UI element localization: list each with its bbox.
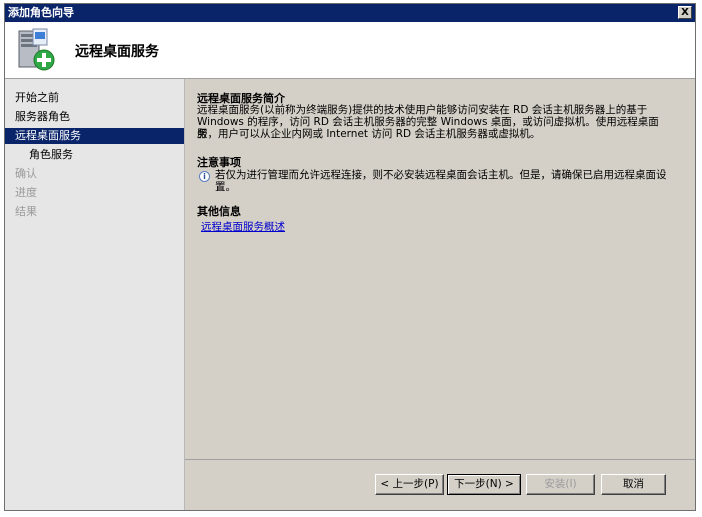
note-text-line-1: 若仅为进行管理而允许远程连接，则不必安装远程桌面会话主机。但是，请确保已启用远程… [215, 169, 667, 181]
next-button[interactable]: 下一步(N) > [447, 474, 521, 495]
nav-item-progress: 进度 [15, 186, 37, 199]
wizard-window: 添加角色向导 X 远程桌面服务 开始之前 服务器角色 远程桌面服务 角色服务 确… [4, 3, 696, 511]
notes-heading: 注意事项 [197, 156, 241, 169]
nav-item-confirmation: 确认 [15, 167, 37, 180]
footer-divider [185, 459, 695, 460]
rds-overview-link[interactable]: 远程桌面服务概述 [201, 219, 285, 234]
intro-text-line-3: 务，用户可以从企业内网或 Internet 访问 RD 会话主机服务器或虚拟机。 [197, 128, 541, 140]
info-icon: i [199, 171, 210, 182]
nav-item-before-you-begin[interactable]: 开始之前 [5, 90, 184, 106]
more-info-heading: 其他信息 [197, 205, 241, 218]
title-bar: 添加角色向导 X [5, 4, 695, 22]
page-title: 远程桌面服务 [75, 44, 159, 60]
nav-item-server-roles[interactable]: 服务器角色 [5, 109, 184, 125]
close-button[interactable]: X [678, 6, 692, 19]
content-pane: 远程桌面服务简介 远程桌面服务(以前称为终端服务)提供的技术使用户能够访问安装在… [185, 79, 695, 510]
nav-item-results: 结果 [15, 205, 37, 218]
server-add-icon [18, 28, 55, 71]
nav-item-remote-desktop-services[interactable]: 远程桌面服务 [5, 128, 184, 144]
wizard-nav: 开始之前 服务器角色 远程桌面服务 角色服务 确认 进度 结果 [5, 79, 185, 510]
window-title: 添加角色向导 [8, 6, 74, 19]
intro-text-line-1: 远程桌面服务(以前称为终端服务)提供的技术使用户能够访问安装在 RD 会话主机服… [197, 104, 648, 116]
back-button[interactable]: < 上一步(P) [375, 474, 444, 495]
install-button: 安装(I) [526, 474, 595, 495]
cancel-button[interactable]: 取消 [601, 474, 666, 495]
note-text-line-2: 置。 [215, 181, 236, 193]
nav-item-role-services[interactable]: 角色服务 [5, 147, 184, 163]
wizard-header: 远程桌面服务 [5, 22, 695, 79]
